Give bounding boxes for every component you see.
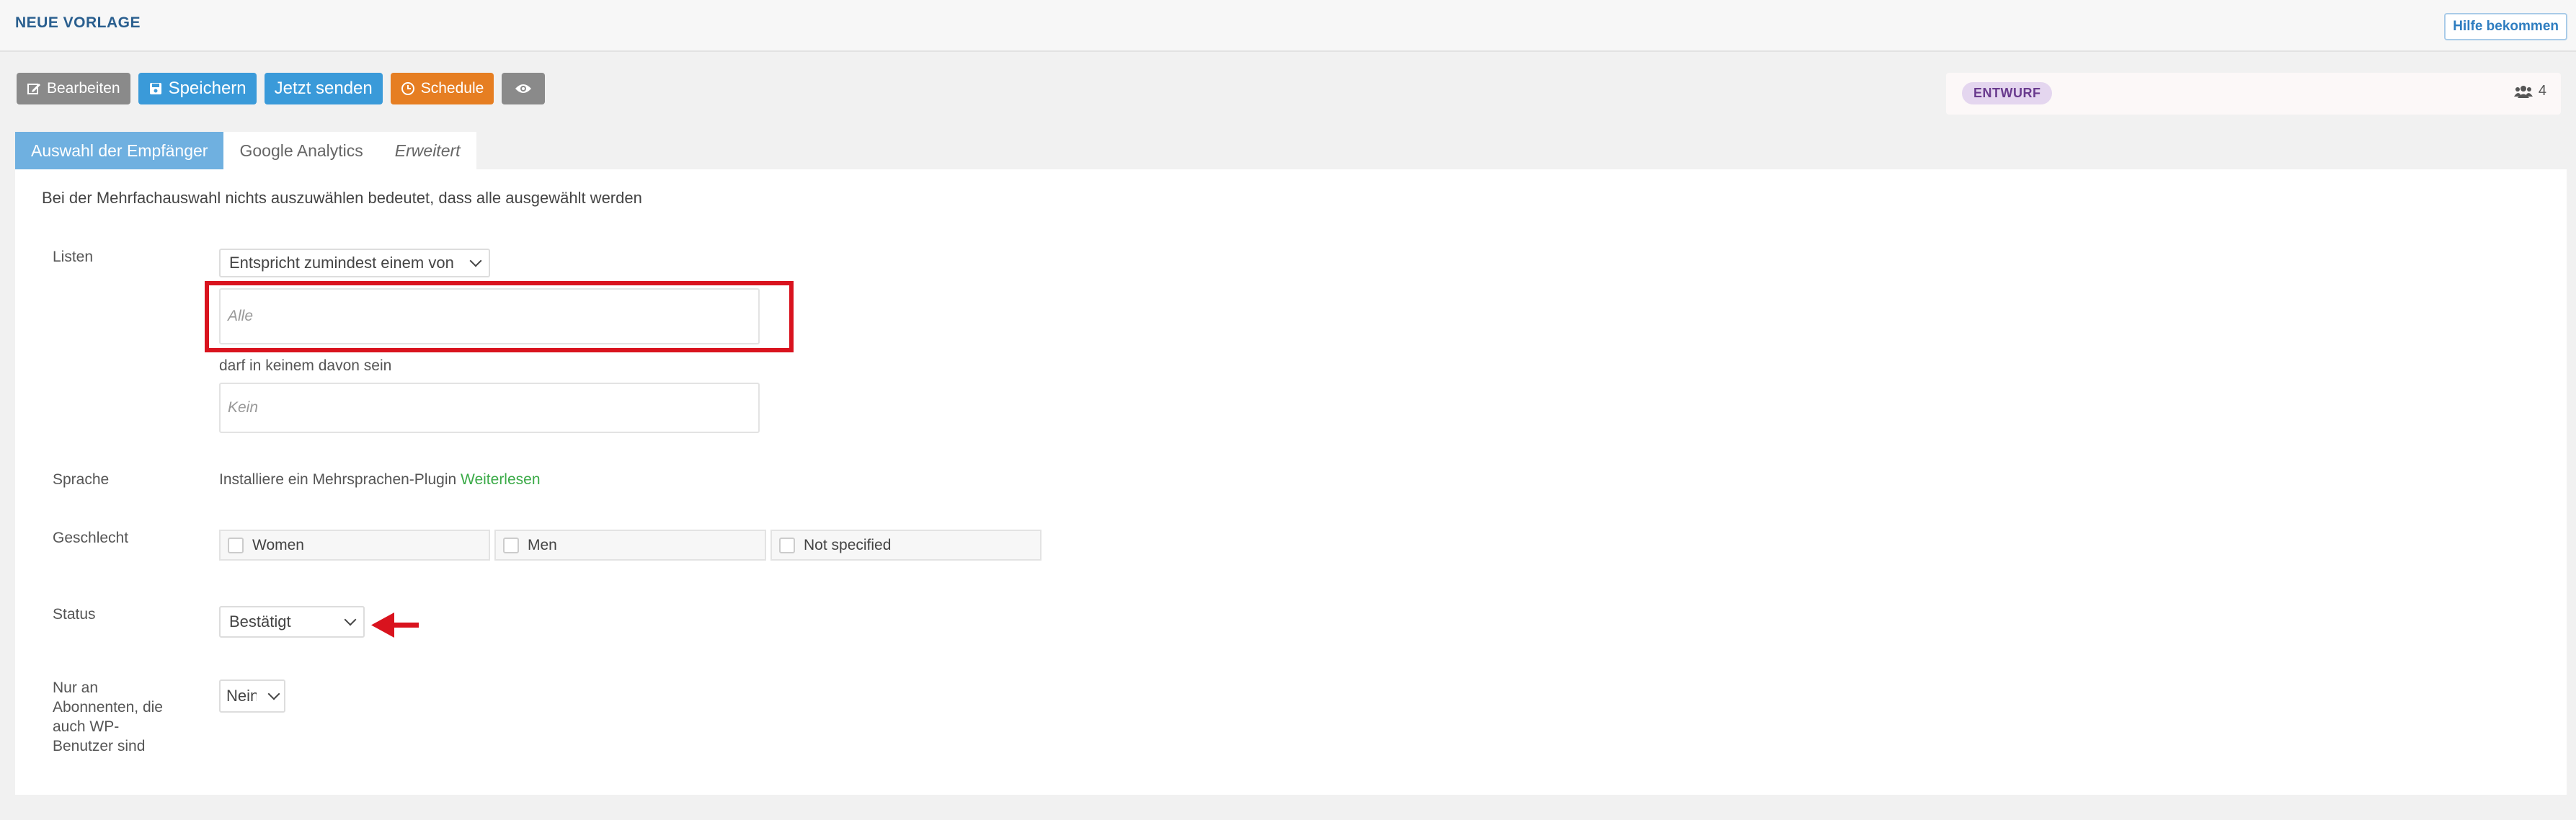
list-match-value: Entspricht zumindest einem von bbox=[229, 254, 454, 272]
exclude-lists-label: darf in keinem davon sein bbox=[219, 357, 392, 374]
status-select[interactable]: Bestätigt bbox=[219, 606, 365, 638]
language-notice-text: Installiere ein Mehrsprachen-Plugin bbox=[219, 471, 457, 488]
list-match-select[interactable]: Entspricht zumindest einem von bbox=[219, 249, 490, 277]
selection-hint: Bei der Mehrfachauswahl nichts auszuwähl… bbox=[42, 189, 642, 207]
edit-button-label: Bearbeiten bbox=[47, 80, 120, 97]
tab-google-analytics[interactable]: Google Analytics bbox=[223, 132, 379, 169]
tab-advanced[interactable]: Erweitert bbox=[378, 132, 476, 169]
save-icon bbox=[149, 83, 161, 94]
wp-users-select-value: Nein bbox=[226, 687, 257, 705]
lists-label: Listen bbox=[53, 249, 94, 265]
top-bar: NEUE VORLAGE Hilfe bekommen bbox=[0, 0, 2576, 52]
gender-option-label: Not specified bbox=[804, 536, 892, 553]
wp-users-select[interactable]: Nein bbox=[219, 679, 285, 713]
wp-users-label-line: Abonnenten, die bbox=[53, 699, 163, 716]
save-button[interactable]: Speichern bbox=[138, 73, 257, 104]
status-select-value: Bestätigt bbox=[229, 612, 291, 630]
subscriber-count: 4 bbox=[2513, 83, 2546, 99]
chevron-down-icon bbox=[267, 687, 280, 700]
checkbox[interactable] bbox=[779, 537, 795, 553]
exclude-lists-input[interactable]: Kein bbox=[219, 383, 760, 433]
help-button[interactable]: Hilfe bekommen bbox=[2444, 13, 2567, 40]
language-label: Sprache bbox=[53, 471, 110, 488]
page-title: NEUE VORLAGE bbox=[15, 14, 141, 31]
checkbox[interactable] bbox=[228, 537, 244, 553]
gender-option-label: Men bbox=[528, 536, 557, 553]
checkbox[interactable] bbox=[503, 537, 519, 553]
gender-option-women[interactable]: Women bbox=[219, 530, 490, 561]
gender-option-not-specified[interactable]: Not specified bbox=[770, 530, 1041, 561]
language-notice: Installiere ein Mehrsprachen-Plugin Weit… bbox=[219, 471, 541, 489]
edit-button[interactable]: Bearbeiten bbox=[17, 73, 130, 104]
gender-label: Geschlecht bbox=[53, 530, 129, 546]
users-icon bbox=[2513, 85, 2533, 98]
send-now-button-label: Jetzt senden bbox=[274, 79, 373, 98]
status-badge: ENTWURF bbox=[1962, 82, 2053, 104]
schedule-button[interactable]: Schedule bbox=[390, 73, 494, 104]
save-button-label: Speichern bbox=[168, 79, 247, 98]
gender-option-label: Women bbox=[252, 536, 304, 553]
wp-users-label-line: auch WP- bbox=[53, 718, 120, 735]
tab-recipients[interactable]: Auswahl der Empfänger bbox=[15, 132, 224, 169]
edit-icon bbox=[27, 84, 40, 94]
highlight-box bbox=[205, 281, 794, 352]
wp-users-label: Nur an Abonnenten, die auch WP- Benutzer… bbox=[53, 678, 163, 756]
subscriber-count-value: 4 bbox=[2538, 83, 2546, 99]
eye-icon bbox=[515, 84, 532, 93]
toolbar: Bearbeiten Speichern Jetzt senden Schedu… bbox=[17, 73, 546, 104]
gender-option-men[interactable]: Men bbox=[494, 530, 766, 561]
pointer-arrow-icon bbox=[371, 612, 419, 638]
send-now-button[interactable]: Jetzt senden bbox=[264, 73, 383, 104]
tab-bar: Auswahl der Empfänger Google Analytics E… bbox=[15, 132, 476, 169]
recipients-panel: Bei der Mehrfachauswahl nichts auszuwähl… bbox=[15, 169, 2567, 795]
chevron-down-icon bbox=[469, 254, 482, 267]
wp-users-label-line: Benutzer sind bbox=[53, 738, 146, 754]
schedule-button-label: Schedule bbox=[420, 80, 484, 97]
exclude-lists-placeholder: Kein bbox=[228, 399, 259, 416]
status-panel: ENTWURF 4 bbox=[1946, 73, 2561, 115]
read-more-link[interactable]: Weiterlesen bbox=[461, 471, 541, 488]
status-label: Status bbox=[53, 606, 96, 623]
preview-button[interactable] bbox=[502, 73, 546, 104]
wp-users-label-line: Nur an bbox=[53, 679, 99, 696]
clock-icon bbox=[401, 82, 414, 95]
chevron-down-icon bbox=[344, 613, 357, 626]
